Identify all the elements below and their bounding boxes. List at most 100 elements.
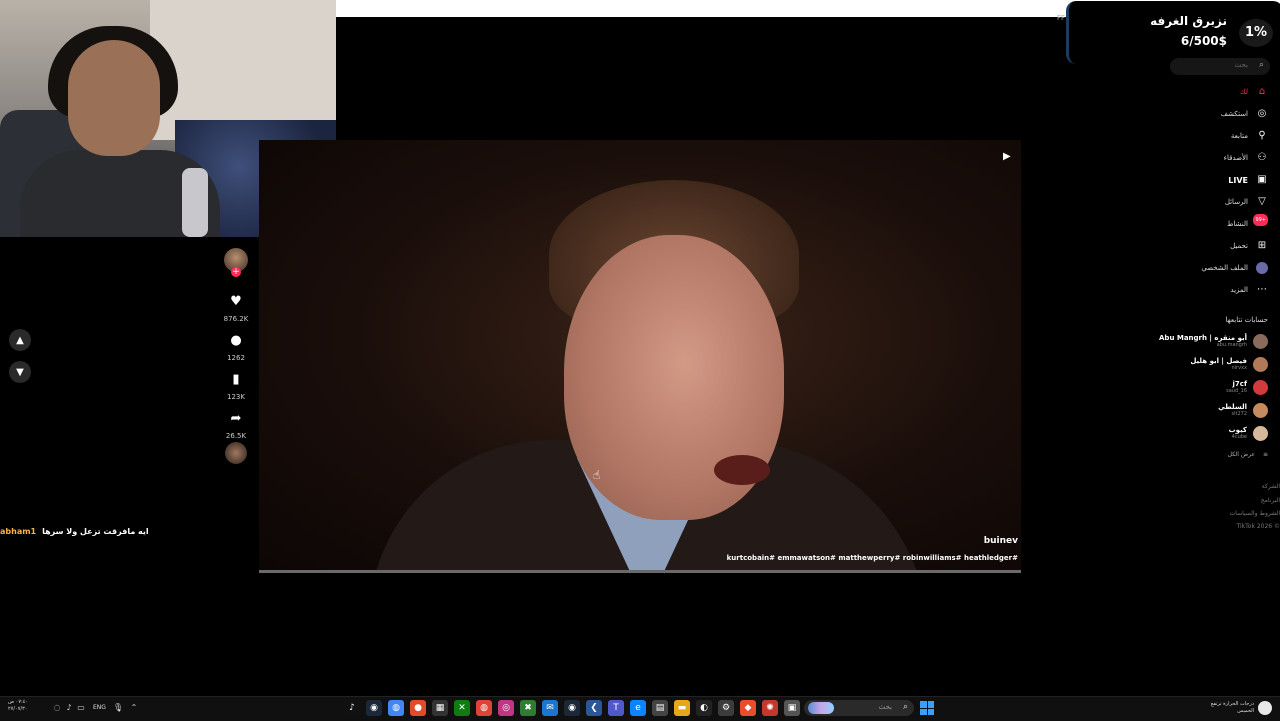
bookmark-icon[interactable]: ▮ [224, 367, 248, 391]
chat-message: abham1ايه مافرقت تزعل ولا سرها [0, 527, 149, 536]
taskbar-search-input[interactable]: بحث ⌕ [804, 700, 914, 716]
microphone-icon[interactable]: 🎙︎ [113, 703, 123, 713]
edge-app-icon[interactable]: e [630, 700, 646, 716]
sidebar-item-friends[interactable]: الأصدقاء ⚇ [1224, 150, 1268, 166]
followed-account[interactable]: Abu Mangrh | أبو منقرهabu.mangrh [1159, 332, 1268, 350]
obs-app-icon[interactable]: ● [410, 700, 426, 716]
previous-video-button[interactable]: ▲ [9, 329, 31, 351]
weather-widget[interactable]: درجات الحرارة ترتفع الخميس [1211, 701, 1254, 715]
followed-account[interactable]: فيصل | ابو هليلnirvxx [1190, 355, 1268, 373]
network-icon[interactable]: ▭ [76, 703, 86, 713]
chrome-app-icon[interactable]: ◍ [388, 700, 404, 716]
sidebar-item-label: استكشف [1221, 110, 1248, 118]
share-icon[interactable]: ➦ [224, 406, 248, 430]
share-count: 26.5K [222, 432, 250, 440]
search-icon[interactable]: ⌕ [1259, 60, 1264, 70]
footer-link[interactable]: الشركة [1262, 483, 1280, 490]
task-view-icon[interactable]: ▣ [784, 700, 800, 716]
xbox-app-icon[interactable]: ✕ [454, 700, 470, 716]
save-action[interactable]: ▮ 123K [222, 367, 250, 401]
weather-icon[interactable] [1258, 701, 1272, 715]
steam-app-icon[interactable]: ◉ [366, 700, 382, 716]
sidebar-item-label: الأصدقاء [1224, 154, 1248, 162]
app-icon[interactable]: ✺ [762, 700, 778, 716]
video-author[interactable]: buinev [960, 536, 1018, 546]
clock-date: ٢٧/٠٧/٣٠ [8, 706, 27, 712]
goal-amount: 6/500$ [1181, 34, 1227, 48]
app-icon[interactable]: ▦ [432, 700, 448, 716]
teams-app-icon[interactable]: T [608, 700, 624, 716]
goal-edge-text: FF [1057, 14, 1065, 22]
mail-app-icon[interactable]: ✉ [542, 700, 558, 716]
follow-plus-icon[interactable]: + [231, 267, 241, 277]
heart-icon[interactable]: ♥ [224, 289, 248, 313]
video-player[interactable] [259, 140, 1021, 571]
store-app-icon[interactable]: ▤ [652, 700, 668, 716]
account-handle: nirvxx [1190, 365, 1247, 371]
file-explorer-app-icon[interactable]: ▬ [674, 700, 690, 716]
chat-text: ايه مافرقت تزعل ولا سرها [42, 527, 149, 536]
game-app-icon[interactable]: ✖ [520, 700, 536, 716]
sidebar-item-more[interactable]: المزيد ⋯ [1230, 282, 1268, 298]
language-indicator[interactable]: ENG [93, 704, 106, 711]
next-video-button[interactable]: ▼ [9, 361, 31, 383]
chrome-profile-app-icon[interactable]: ◍ [476, 700, 492, 716]
notification-icon[interactable]: ◌ [52, 703, 62, 713]
sidebar-item-explore[interactable]: استكشف ◎ [1221, 106, 1268, 122]
search-input[interactable]: بحث ⌕ [1170, 58, 1270, 75]
mouse-cursor-icon: ☝ [593, 468, 600, 482]
account-name: السلطي [1218, 403, 1247, 411]
like-action[interactable]: ♥ 876.2K [222, 289, 250, 323]
account-name: Abu Mangrh | أبو منقره [1159, 334, 1247, 342]
clock-time: ٠٧:٤٠ ص [8, 699, 28, 705]
tiktok-app-icon[interactable]: ♪ [344, 700, 360, 716]
followed-account[interactable]: السلطيslt272 [1218, 401, 1268, 419]
footer-link[interactable]: البرنامج [1261, 497, 1280, 504]
followed-account[interactable]: j7cfsaud_16 [1226, 378, 1268, 396]
sidebar-item-label: الملف الشخصي [1201, 264, 1248, 272]
vscode-app-icon[interactable]: ❮ [586, 700, 602, 716]
sidebar-item-label: متابعة [1231, 132, 1248, 140]
taskbar-clock[interactable]: ٠٧:٤٠ ص٢٧/٠٧/٣٠ [8, 699, 28, 713]
settings-app-icon[interactable]: ⚙ [718, 700, 734, 716]
avatar [1253, 380, 1268, 395]
inbox-icon: ▭99+ [1256, 218, 1268, 230]
see-all-link[interactable]: عرض الكل ≡ [1228, 451, 1268, 458]
play-icon[interactable]: ▶ [1003, 151, 1015, 163]
weather-line1: درجات الحرارة ترتفع [1211, 701, 1254, 707]
instagram-app-icon[interactable]: ◎ [498, 700, 514, 716]
video-hashtags[interactable]: kurtcobain# emmawatson# matthewperry# ro… [700, 554, 1018, 562]
account-handle: abu.mangrh [1159, 342, 1247, 348]
account-handle: 4cube [1229, 434, 1247, 440]
windows-start-icon[interactable] [920, 701, 934, 715]
sidebar-item-messages[interactable]: الرسائل ▽ [1225, 194, 1268, 210]
comment-action[interactable]: ● 1262 [222, 328, 250, 362]
like-count: 876.2K [222, 315, 250, 323]
tray-chevron-up-icon[interactable]: ⌃ [129, 703, 139, 713]
app-icon[interactable]: ◐ [696, 700, 712, 716]
windows-taskbar: ٠٧:٤٠ ص٢٧/٠٧/٣٠ ◌ ♪ ▭ ENG 🎙︎ ⌃ ♪ ◉ ◍ ● ▦… [0, 696, 1280, 721]
taskbar-search-placeholder: بحث [879, 703, 892, 711]
volume-icon[interactable]: ♪ [64, 703, 74, 713]
avatar [1253, 334, 1268, 349]
sidebar-item-live[interactable]: LIVE ▣ [1228, 172, 1268, 188]
sidebar-item-foryou[interactable]: لك ⌂ [1240, 84, 1268, 100]
music-disc-icon[interactable] [225, 442, 247, 464]
sidebar-item-activity[interactable]: النشاط ▭99+ [1227, 216, 1268, 232]
share-action[interactable]: ➦ 26.5K [222, 406, 250, 440]
account-handle: slt272 [1218, 411, 1247, 417]
goal-percent: 1% [1239, 19, 1273, 47]
followed-account[interactable]: كيوب4cube [1229, 424, 1268, 442]
video-progress-bar[interactable] [259, 570, 1021, 573]
steam-secondary-app-icon[interactable]: ◉ [564, 700, 580, 716]
more-icon: ⋯ [1256, 284, 1268, 296]
footer-link[interactable]: الشروط والسياسات [1230, 510, 1280, 517]
sidebar-item-following[interactable]: متابعة ⚲ [1231, 128, 1268, 144]
sidebar-item-upload[interactable]: تحميل ⊞ [1230, 238, 1268, 254]
see-all-label: عرض الكل [1228, 451, 1255, 458]
sidebar-item-label: لك [1240, 88, 1248, 96]
comment-icon[interactable]: ● [224, 328, 248, 352]
avatar [1253, 426, 1268, 441]
app-icon[interactable]: ◆ [740, 700, 756, 716]
sidebar-item-profile[interactable]: الملف الشخصي [1201, 260, 1268, 276]
